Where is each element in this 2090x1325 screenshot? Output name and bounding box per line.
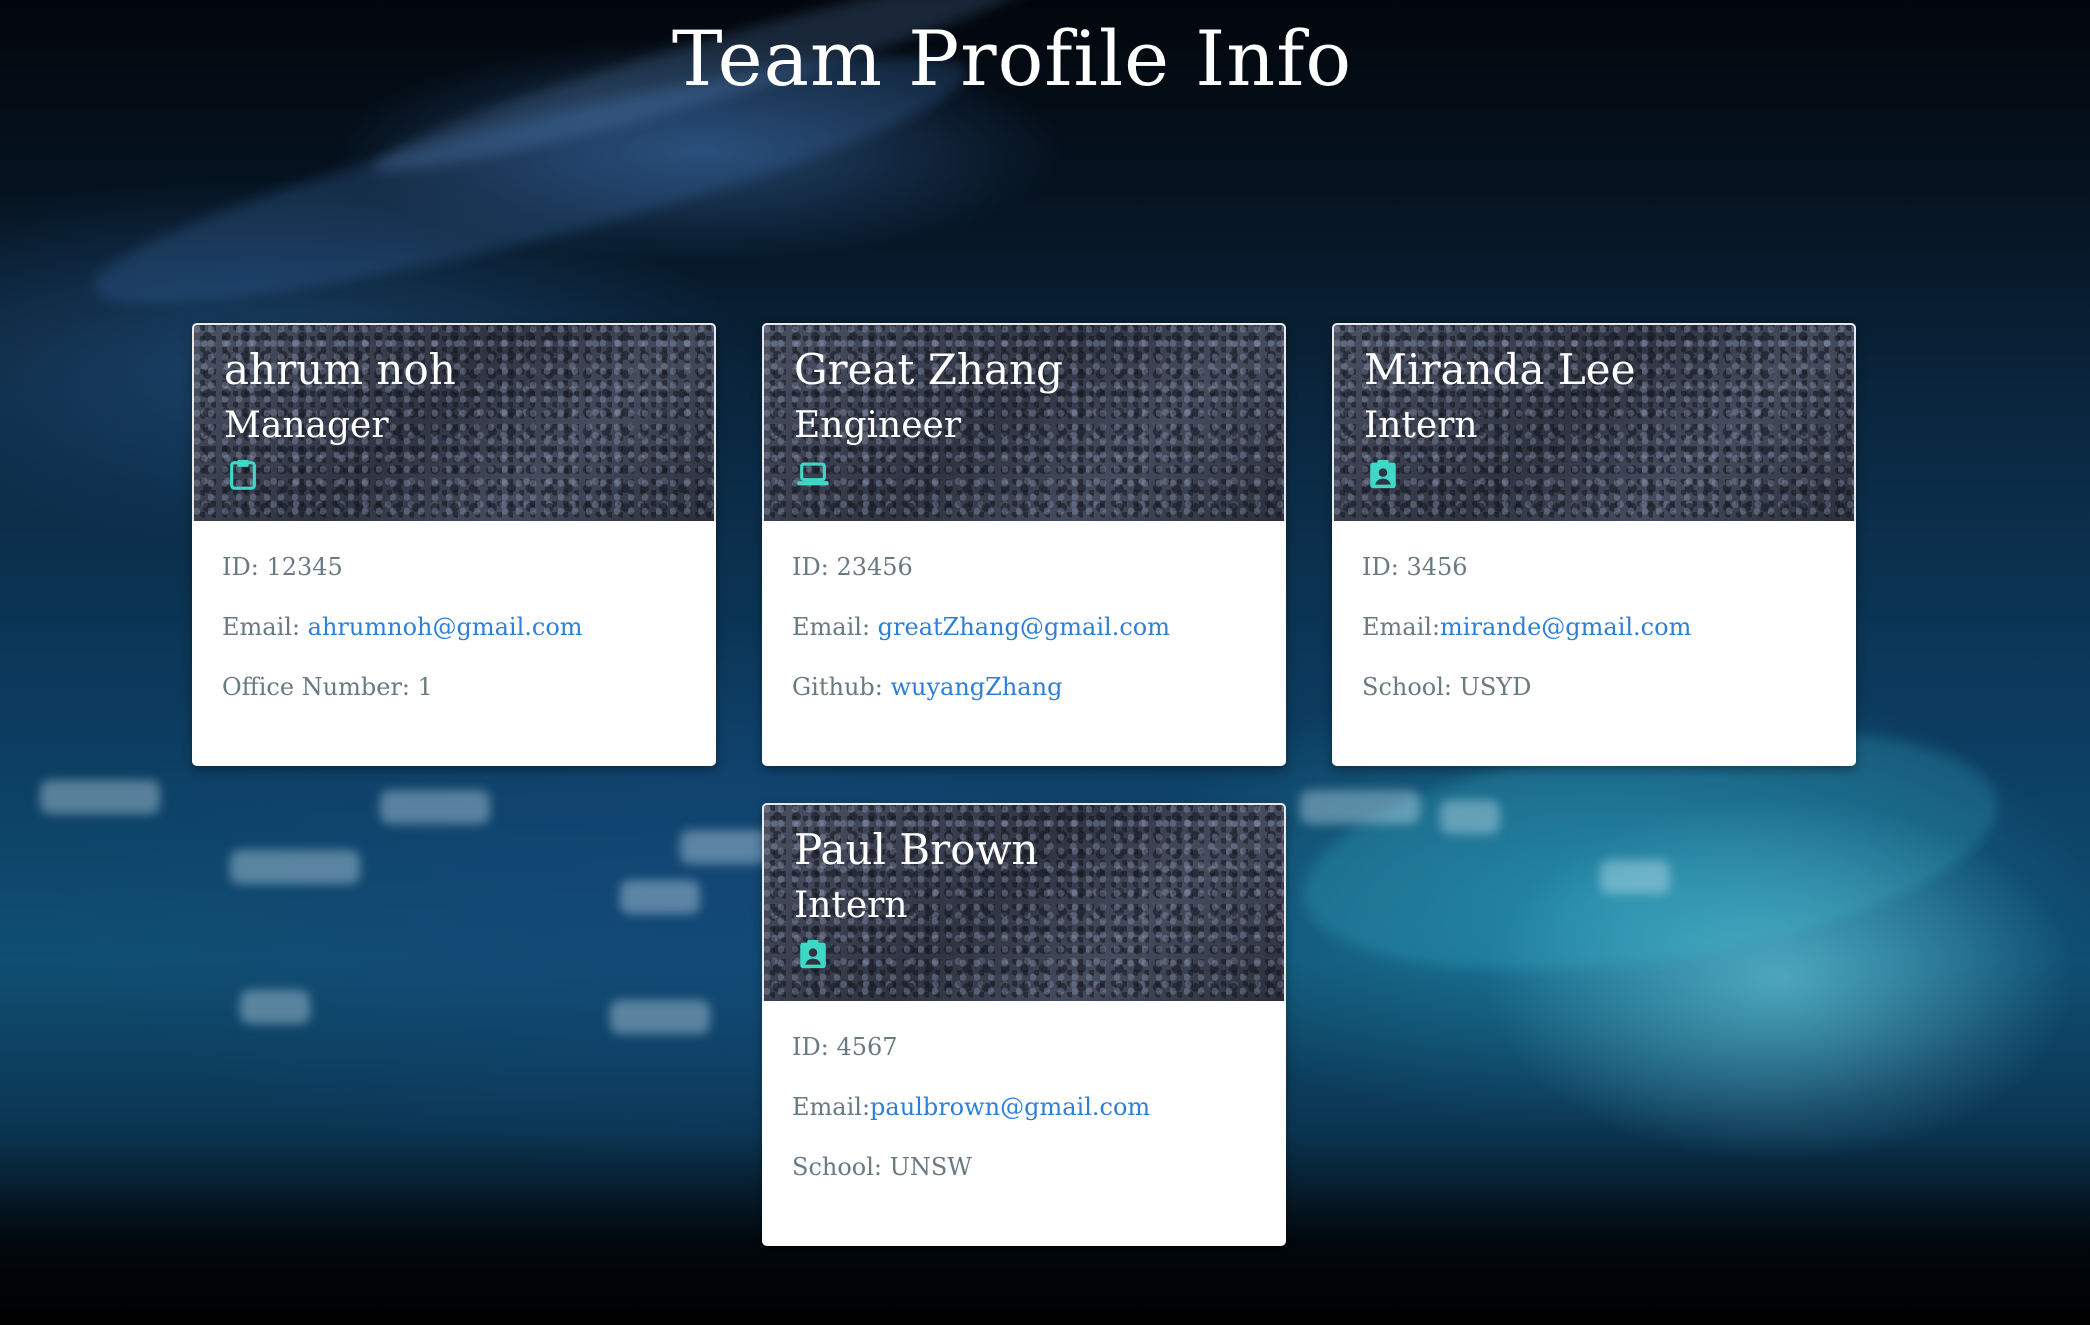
card-body: ID: 23456 Email: greatZhang@gmail.com Gi…: [762, 521, 1286, 703]
email-label: Email:: [222, 613, 308, 641]
employee-card: Miranda Lee Intern ID: 3456 Email:mirand…: [1332, 323, 1856, 766]
card-body: ID: 3456 Email:mirande@gmail.com School:…: [1332, 521, 1856, 703]
email-link[interactable]: mirande@gmail.com: [1440, 613, 1691, 641]
badge-icon: [1370, 459, 1396, 489]
employee-name: Miranda Lee: [1364, 345, 1636, 394]
laptop-icon: [797, 462, 829, 486]
employee-email-row: Email:mirande@gmail.com: [1362, 611, 1826, 643]
office-number: Office Number: 1: [222, 673, 433, 701]
card-header: Great Zhang Engineer: [762, 323, 1286, 521]
email-label: Email:: [792, 613, 878, 641]
employee-email-row: Email: ahrumnoh@gmail.com: [222, 611, 686, 643]
school: School: USYD: [1362, 673, 1532, 701]
employee-email-row: Email: greatZhang@gmail.com: [792, 611, 1256, 643]
email-label: Email:: [1362, 613, 1441, 641]
employee-card: ahrum noh Manager ID: 12345 Email: ahrum…: [192, 323, 716, 766]
employee-role: Engineer: [794, 405, 962, 446]
github-label: Github:: [792, 673, 891, 701]
page-title: Team Profile Info: [671, 14, 1353, 103]
email-link[interactable]: paulbrown@gmail.com: [870, 1093, 1150, 1121]
email-link[interactable]: ahrumnoh@gmail.com: [308, 613, 583, 641]
employee-id: ID: 23456: [792, 553, 913, 581]
employee-role: Intern: [794, 885, 908, 926]
employee-id: ID: 12345: [222, 553, 343, 581]
employee-role: Intern: [1364, 405, 1478, 446]
badge-icon: [800, 939, 826, 969]
school: School: UNSW: [792, 1153, 972, 1181]
employee-card: Paul Brown Intern ID: 4567 Email:paulbro…: [762, 803, 1286, 1246]
employee-card: Great Zhang Engineer ID: 23456 Email: gr…: [762, 323, 1286, 766]
employee-email-row: Email:paulbrown@gmail.com: [792, 1091, 1256, 1123]
email-label: Email:: [792, 1093, 871, 1121]
email-link[interactable]: greatZhang@gmail.com: [878, 613, 1170, 641]
card-header: ahrum noh Manager: [192, 323, 716, 521]
employee-id: ID: 3456: [1362, 553, 1468, 581]
github-row: Github: wuyangZhang: [792, 671, 1256, 703]
employee-id: ID: 4567: [792, 1033, 898, 1061]
card-body: ID: 4567 Email:paulbrown@gmail.com Schoo…: [762, 1001, 1286, 1183]
employee-name: Paul Brown: [794, 825, 1039, 874]
card-header: Paul Brown Intern: [762, 803, 1286, 1001]
employee-name: Great Zhang: [794, 345, 1063, 394]
card-body: ID: 12345 Email: ahrumnoh@gmail.com Offi…: [192, 521, 716, 703]
employee-role: Manager: [224, 405, 389, 446]
github-link[interactable]: wuyangZhang: [890, 673, 1062, 701]
clipboard-icon: [230, 459, 256, 490]
employee-name: ahrum noh: [224, 345, 456, 394]
card-header: Miranda Lee Intern: [1332, 323, 1856, 521]
